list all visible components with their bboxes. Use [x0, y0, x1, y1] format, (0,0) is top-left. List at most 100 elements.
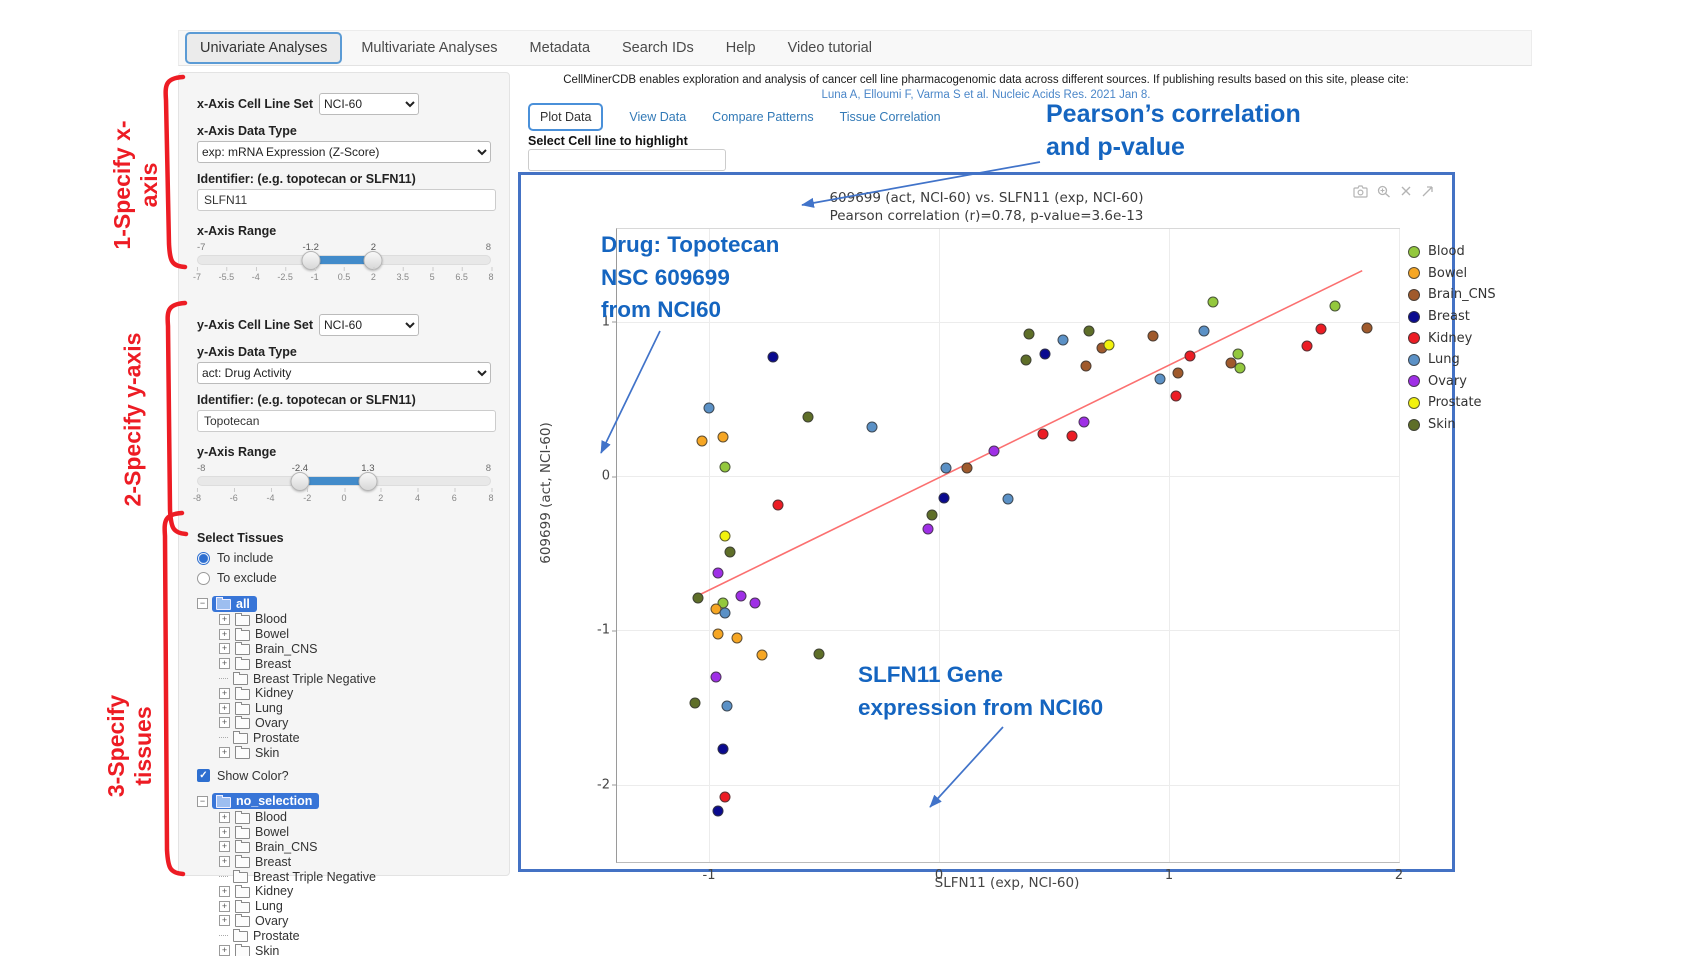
data-point-lung: [1003, 494, 1014, 505]
tree-item-breast[interactable]: +Breast: [197, 854, 491, 869]
folder-icon: [235, 857, 250, 868]
y-identifier-input[interactable]: [197, 410, 496, 432]
legend-item-breast[interactable]: Breast: [1408, 306, 1496, 328]
tree-item-blood[interactable]: +Blood: [197, 612, 491, 627]
nav-tab-video-tutorial[interactable]: Video tutorial: [775, 34, 885, 62]
expand-icon[interactable]: [1421, 185, 1434, 198]
nav-tab-help[interactable]: Help: [713, 34, 769, 62]
tree-item-prostate[interactable]: Prostate: [197, 928, 491, 943]
slider-track[interactable]: [197, 476, 491, 486]
x-cell-line-set-select[interactable]: NCI-60: [319, 93, 419, 115]
expand-icon[interactable]: +: [219, 915, 230, 926]
tree-item-prostate[interactable]: Prostate: [197, 730, 491, 745]
tree-item-bowel[interactable]: +Bowel: [197, 825, 491, 840]
tree-item-bowel[interactable]: + Bowel: [197, 627, 491, 642]
expand-icon[interactable]: +: [219, 643, 230, 654]
x-range-slider[interactable]: -78-1.22-7-5.5-4-2.5-10.523.556.58: [197, 242, 491, 292]
expand-icon[interactable]: +: [219, 717, 230, 728]
slider-tick: -4: [266, 493, 274, 503]
tree-item-brain_cns[interactable]: +Brain_CNS: [197, 642, 491, 657]
legend-item-ovary[interactable]: Ovary: [1408, 371, 1496, 393]
close-icon[interactable]: [1400, 185, 1412, 198]
camera-icon[interactable]: [1353, 185, 1368, 198]
zoom-in-icon[interactable]: [1377, 185, 1391, 198]
tree-item-skin[interactable]: +Skin: [197, 943, 491, 956]
legend-item-lung[interactable]: Lung: [1408, 349, 1496, 371]
expand-icon[interactable]: +: [219, 901, 230, 912]
nav-tab-univariate-analyses[interactable]: Univariate Analyses: [185, 32, 342, 64]
expand-icon[interactable]: +: [219, 945, 230, 956]
tree-item-ovary[interactable]: +Ovary: [197, 914, 491, 929]
x-data-type-select[interactable]: exp: mRNA Expression (Z-Score): [197, 141, 491, 163]
expand-icon[interactable]: +: [219, 841, 230, 852]
slider-tick: 6.5: [455, 272, 468, 282]
data-point-bowel: [717, 432, 728, 443]
legend-item-brain_cns[interactable]: Brain_CNS: [1408, 284, 1496, 306]
tree-item-lung[interactable]: +Lung: [197, 899, 491, 914]
nav-tab-metadata[interactable]: Metadata: [517, 34, 603, 62]
slider-tick: 5: [430, 272, 435, 282]
collapse-icon[interactable]: −: [197, 796, 208, 807]
tree-item-label: Bowel: [255, 627, 289, 641]
tissues-include-radio[interactable]: To include: [197, 551, 491, 565]
expand-icon[interactable]: +: [219, 688, 230, 699]
plot-subtabs: Plot Data View Data Compare Patterns Tissue…: [528, 103, 941, 131]
data-point-bowel: [756, 650, 767, 661]
tree-item-breast-triple-negative[interactable]: Breast Triple Negative: [197, 869, 491, 884]
subtab-tissue-correlation[interactable]: Tissue Correlation: [840, 110, 941, 124]
x-identifier-input[interactable]: [197, 189, 496, 211]
slider-tick: -2: [303, 493, 311, 503]
tree-item-lung[interactable]: +Lung: [197, 701, 491, 716]
expand-icon[interactable]: +: [219, 812, 230, 823]
tree-item-kidney[interactable]: +Kidney: [197, 884, 491, 899]
subtab-view-data[interactable]: View Data: [629, 110, 686, 124]
expand-icon[interactable]: +: [219, 827, 230, 838]
y-cell-line-set-select[interactable]: NCI-60: [319, 314, 419, 336]
y-range-slider[interactable]: -88-2.41.3-8-6-4-202468: [197, 463, 491, 513]
show-color-checkbox[interactable]: ✓ Show Color?: [197, 769, 491, 783]
data-point-brain_cns: [1173, 367, 1184, 378]
tree-root-no_selection[interactable]: −no_selection: [197, 793, 491, 810]
data-point-breast: [713, 806, 724, 817]
data-point-prostate: [720, 531, 731, 542]
tree-item-blood[interactable]: + Blood: [197, 810, 491, 825]
expand-icon[interactable]: +: [219, 856, 230, 867]
legend-item-blood[interactable]: Blood: [1408, 241, 1496, 263]
slider-track[interactable]: [197, 255, 491, 265]
plot-title: 609699 (act, NCI-60) vs. SLFN11 (exp, NC…: [521, 190, 1452, 206]
legend-item-prostate[interactable]: Prostate: [1408, 392, 1496, 414]
expand-icon[interactable]: +: [219, 658, 230, 669]
tree-connector: [219, 935, 228, 937]
tree-item-skin[interactable]: +Skin: [197, 745, 491, 760]
data-point-ovary: [1078, 416, 1089, 427]
tree-item-label: Blood: [255, 810, 287, 824]
tree-item-breast[interactable]: +Breast: [197, 656, 491, 671]
collapse-icon[interactable]: −: [197, 598, 208, 609]
tree-item-ovary[interactable]: +Ovary: [197, 716, 491, 731]
legend-item-skin[interactable]: Skin: [1408, 414, 1496, 436]
data-point-breast: [717, 744, 728, 755]
tree-root-all[interactable]: −all: [197, 595, 491, 612]
tree-item-breast-triple-negative[interactable]: Breast Triple Negative: [197, 671, 491, 686]
expand-icon[interactable]: +: [219, 614, 230, 625]
slider-tick: -7: [193, 272, 201, 282]
slider-max-label: 8: [486, 463, 491, 474]
expand-icon[interactable]: +: [219, 629, 230, 640]
expand-icon[interactable]: +: [219, 886, 230, 897]
legend-item-kidney[interactable]: Kidney: [1408, 327, 1496, 349]
y-data-type-select[interactable]: act: Drug Activity: [197, 362, 491, 384]
legend-item-bowel[interactable]: Bowel: [1408, 263, 1496, 285]
tissues-exclude-radio[interactable]: To exclude: [197, 571, 491, 585]
citation-link[interactable]: Luna A, Elloumi F, Varma S et al. Nuclei…: [520, 89, 1452, 101]
nav-tab-search-ids[interactable]: Search IDs: [609, 34, 707, 62]
expand-icon[interactable]: +: [219, 747, 230, 758]
subtab-compare-patterns[interactable]: Compare Patterns: [712, 110, 813, 124]
x-data-type-label: x-Axis Data Type: [197, 124, 491, 138]
expand-icon[interactable]: +: [219, 703, 230, 714]
tree-item-kidney[interactable]: +Kidney: [197, 686, 491, 701]
subtab-plot-data[interactable]: Plot Data: [528, 103, 603, 131]
nav-tab-multivariate-analyses[interactable]: Multivariate Analyses: [348, 34, 510, 62]
highlight-cell-line-input[interactable]: [528, 149, 726, 171]
citation-block: CellMinerCDB enables exploration and ana…: [520, 74, 1452, 101]
tree-item-brain_cns[interactable]: +Brain_CNS: [197, 840, 491, 855]
